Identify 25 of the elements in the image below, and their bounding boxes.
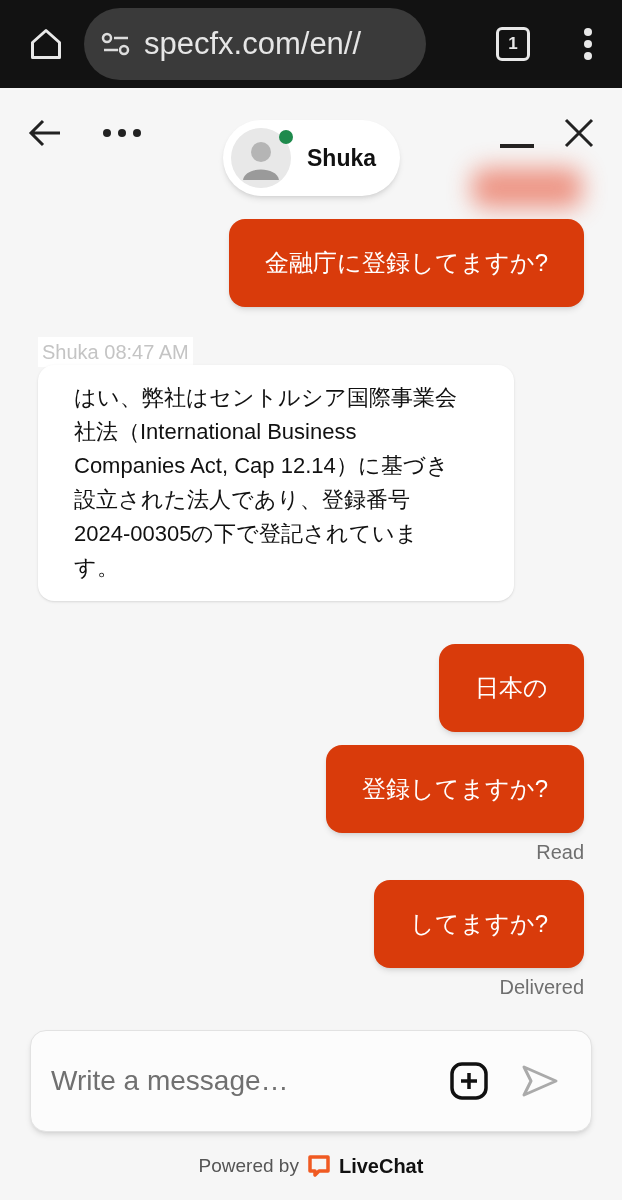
powered-by-text: Powered by <box>198 1153 299 1178</box>
back-arrow-icon[interactable] <box>28 118 62 148</box>
home-icon[interactable] <box>28 26 64 62</box>
site-settings-icon[interactable] <box>100 30 132 58</box>
avatar-icon <box>231 128 291 188</box>
visitor-message: 登録してますか? <box>325 745 584 833</box>
message-composer[interactable]: Write a message… <box>30 1030 592 1132</box>
visitor-message: してますか? <box>373 880 584 968</box>
more-menu-icon[interactable] <box>582 27 594 61</box>
tab-count-button[interactable]: 1 <box>496 27 530 61</box>
message-meta: Shuka 08:47 AM <box>38 337 193 367</box>
chat-bubble-icon <box>306 1154 331 1178</box>
more-options-icon[interactable] <box>102 128 142 138</box>
close-icon[interactable] <box>564 118 594 148</box>
agent-message: はい、弊社はセントルシア国際事業会社法（International Business Companies Act, Cap 12.14）に基づき設立された法人であり、登録番号2024-00305の下で登記されています。 <box>38 365 514 601</box>
message-status: Read <box>536 840 584 865</box>
visitor-message: 日本の <box>439 644 584 732</box>
address-bar[interactable]: specfx.com/en// <box>84 8 426 80</box>
visitor-message: 金融庁に登録してますか? <box>228 219 584 307</box>
url-text: specfx.com/en// <box>144 24 362 63</box>
add-icon[interactable] <box>449 1061 489 1101</box>
brand-name: LiveChat <box>338 1154 424 1179</box>
agent-name: Shuka <box>307 143 377 173</box>
message-input[interactable]: Write a message… <box>51 1060 417 1102</box>
message-status: Delivered <box>499 975 584 1000</box>
